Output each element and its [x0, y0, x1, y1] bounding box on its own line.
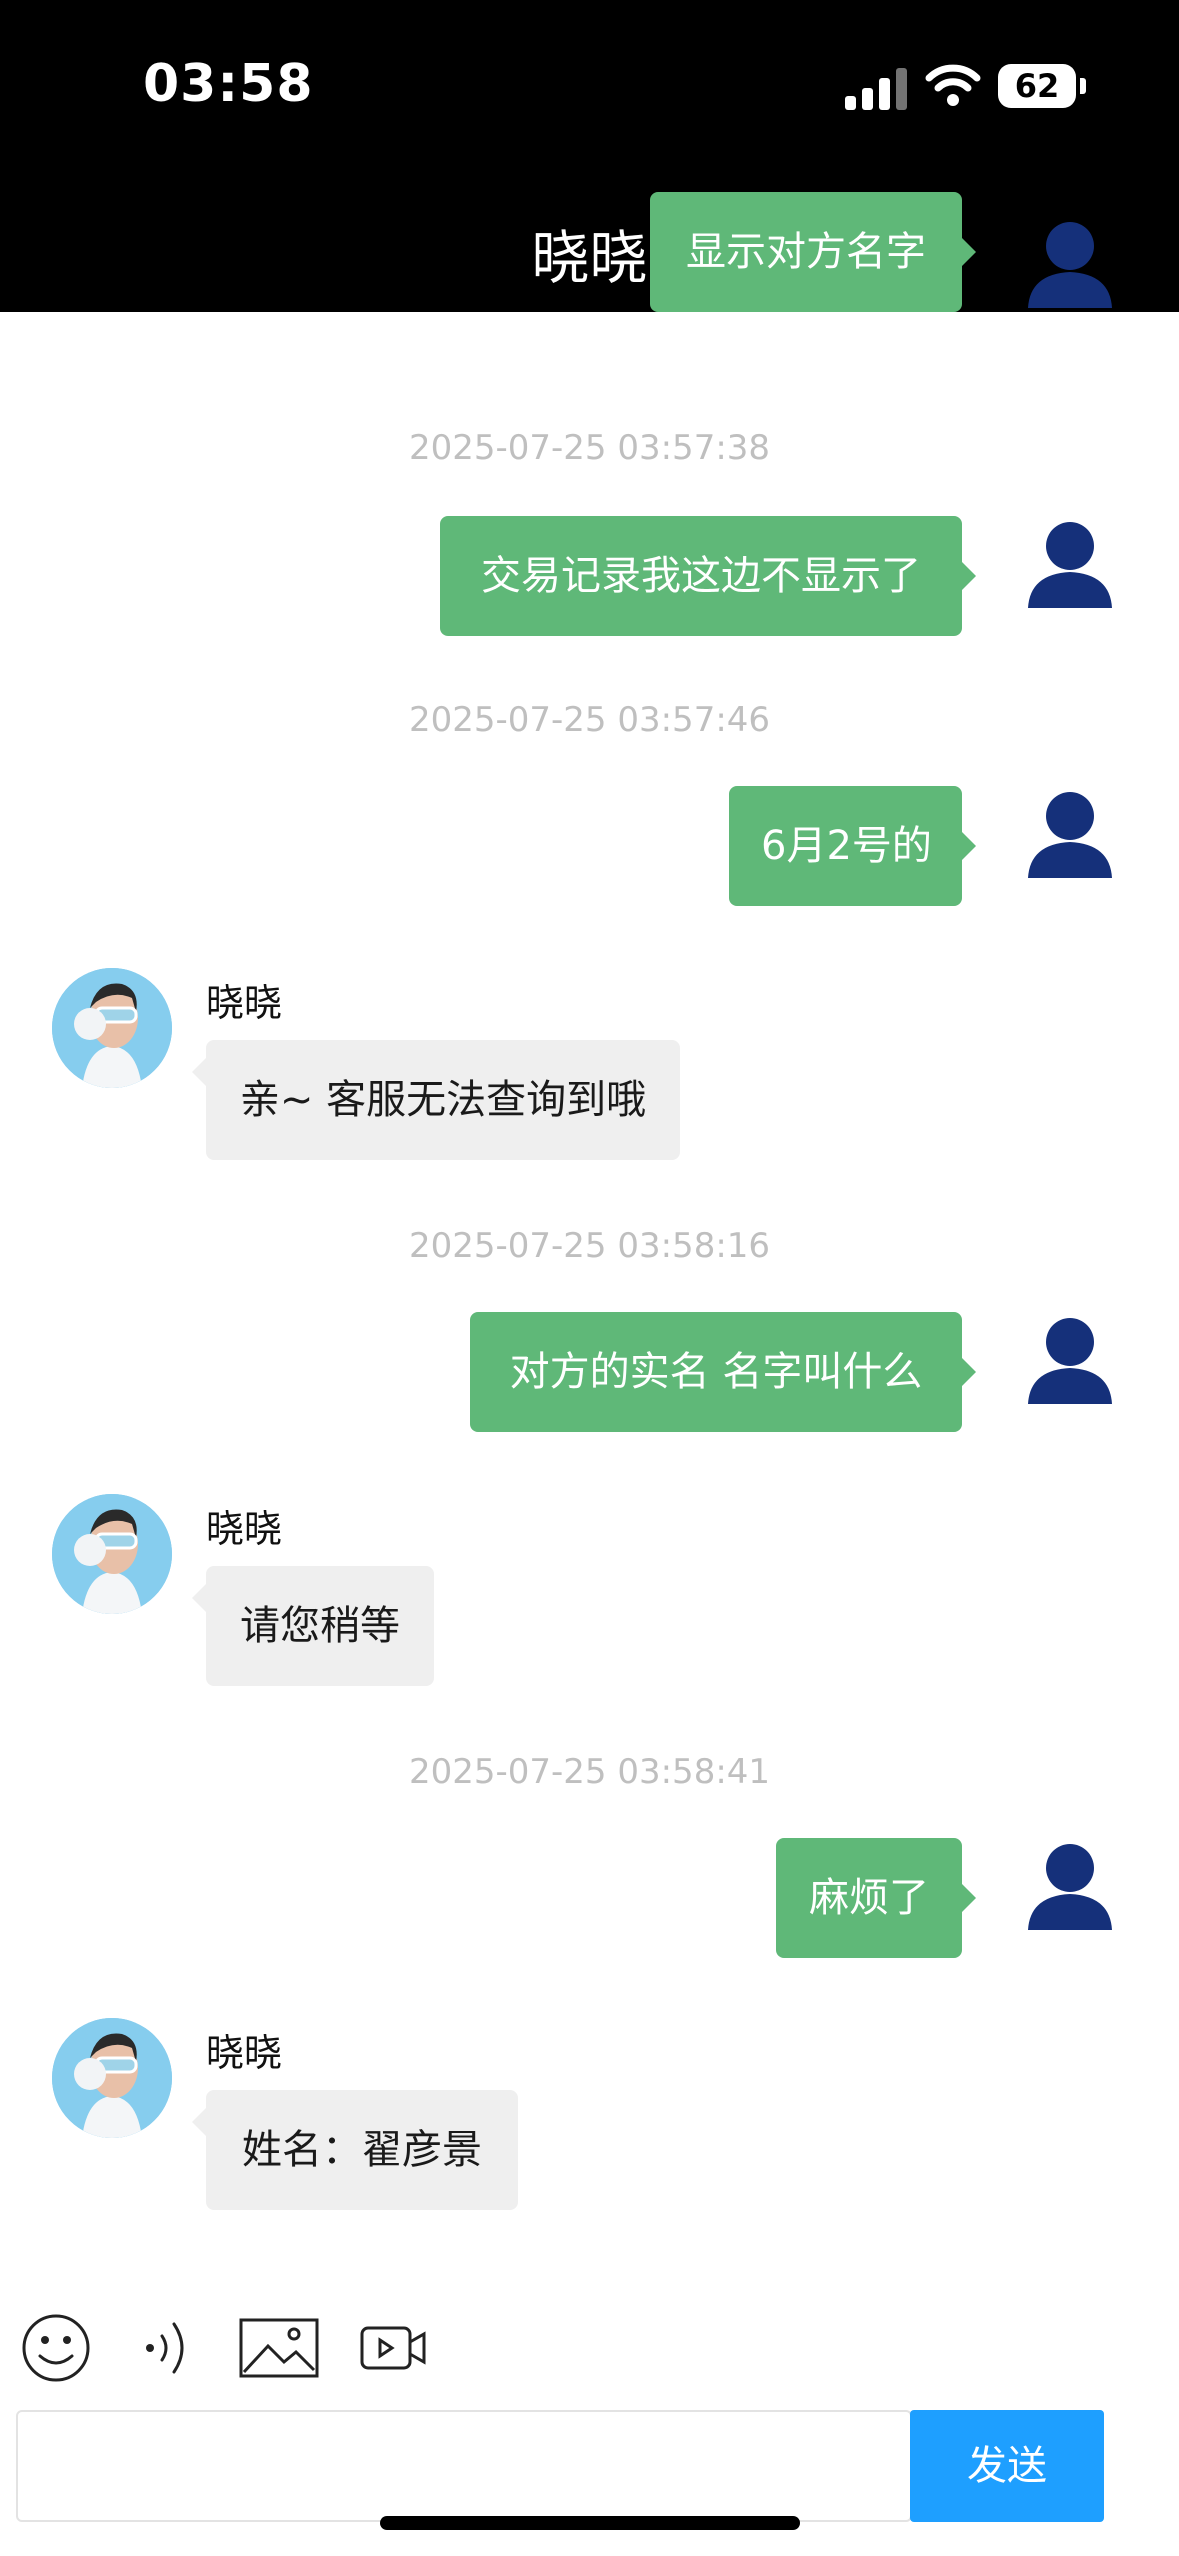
message-text: 麻烦了 [809, 1875, 929, 1921]
user-avatar-icon [1028, 222, 1112, 308]
outgoing-message: 交易记录我这边不显示了 [440, 516, 976, 636]
message-text: 请您稍等 [240, 1603, 400, 1649]
outgoing-message: 显示对方名字 [650, 192, 976, 312]
voice-icon[interactable] [140, 2312, 200, 2384]
outgoing-message: 麻烦了 [776, 1838, 976, 1958]
message-text: 显示对方名字 [686, 229, 926, 275]
status-time: 03:58 [143, 54, 314, 114]
user-avatar-icon [1028, 1844, 1112, 1930]
incoming-message: 亲~ 客服无法查询到哦 [192, 1040, 680, 1160]
chat-toolbar [0, 2300, 1179, 2400]
chat-messages[interactable]: 显示对方名字 2025-07-25 03:57:38 交易记录我这边不显示了 2… [0, 192, 1179, 2312]
incoming-message: 姓名：翟彦景 [192, 2090, 518, 2210]
message-text: 姓名：翟彦景 [242, 2127, 482, 2173]
send-button[interactable]: 发送 [910, 2410, 1104, 2522]
outgoing-message: 对方的实名 名字叫什么 [470, 1312, 976, 1432]
user-avatar-icon [1028, 792, 1112, 878]
battery-indicator: 62 [998, 64, 1076, 108]
battery-tip-icon [1080, 78, 1086, 94]
image-icon[interactable] [238, 2312, 320, 2384]
agent-name: 晓晓 [206, 2031, 283, 2075]
outgoing-message: 6月2号的 [729, 786, 976, 906]
cellular-signal-icon [845, 68, 907, 110]
message-text: 交易记录我这边不显示了 [481, 553, 921, 599]
agent-avatar [52, 968, 172, 1088]
status-bar: 03:58 62 [0, 0, 1179, 175]
user-avatar-icon [1028, 1318, 1112, 1404]
home-indicator[interactable] [380, 2516, 800, 2530]
message-text: 6月2号的 [761, 823, 932, 869]
agent-avatar [52, 1494, 172, 1614]
message-text: 对方的实名 名字叫什么 [509, 1349, 923, 1395]
message-timestamp: 2025-07-25 03:58:41 [408, 1752, 771, 1792]
message-text: 亲~ 客服无法查询到哦 [239, 1077, 647, 1123]
message-timestamp: 2025-07-25 03:57:46 [408, 700, 771, 740]
agent-avatar [52, 2018, 172, 2138]
emoji-icon[interactable] [20, 2312, 92, 2384]
message-timestamp: 2025-07-25 03:57:38 [408, 428, 771, 468]
agent-name: 晓晓 [206, 981, 283, 1025]
message-timestamp: 2025-07-25 03:58:16 [408, 1226, 771, 1266]
agent-name: 晓晓 [206, 1507, 283, 1551]
video-icon[interactable] [358, 2312, 428, 2384]
incoming-message: 请您稍等 [192, 1566, 434, 1686]
chat-header: 晓晓 [0, 175, 1179, 312]
message-input-row: 发送 [0, 2400, 1179, 2556]
wifi-icon [925, 64, 981, 106]
chat-title: 晓晓 [531, 224, 648, 292]
user-avatar-icon [1028, 522, 1112, 608]
message-input[interactable] [16, 2410, 912, 2522]
